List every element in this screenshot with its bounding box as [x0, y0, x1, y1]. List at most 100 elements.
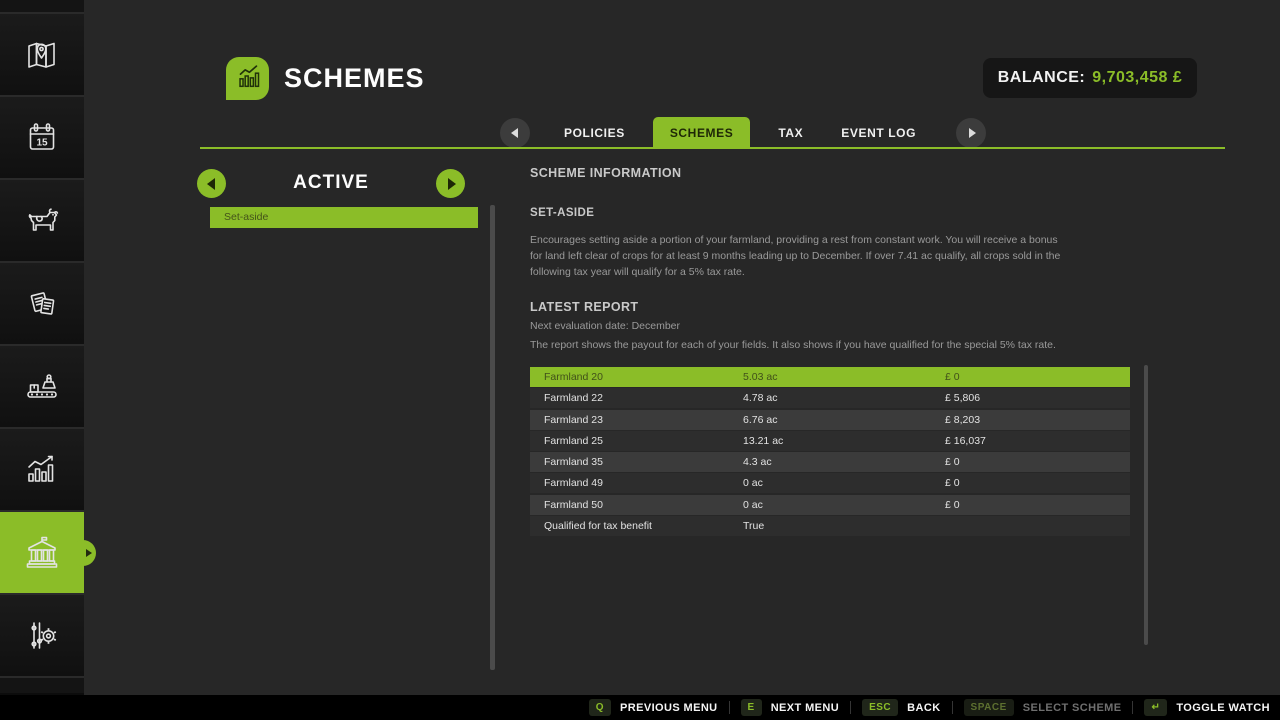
tab-schemes[interactable]: SCHEMES: [653, 117, 751, 149]
settings-sliders-icon: [21, 615, 63, 657]
row-area: 0 ac: [743, 499, 945, 511]
map-icon: [22, 35, 62, 75]
tab-policies[interactable]: POLICIES: [560, 126, 629, 140]
sidebar-item-production[interactable]: [0, 346, 84, 429]
production-icon: [21, 367, 63, 407]
table-row[interactable]: Farmland 49 0 ac £ 0: [530, 473, 1130, 493]
row-payout: £ 8,203: [945, 414, 1130, 426]
shortcut-back[interactable]: ESC BACK: [862, 699, 940, 716]
chevron-left-icon: [511, 128, 518, 138]
row-area: 13.21 ac: [743, 435, 945, 447]
tab-underline: [200, 147, 1225, 149]
row-field-name: Farmland 20: [544, 371, 743, 383]
sidebar-item-statistics[interactable]: [0, 429, 84, 512]
row-area: True: [743, 520, 945, 532]
page-title: SCHEMES: [284, 63, 425, 94]
shortcut-label: TOGGLE WATCH: [1176, 702, 1270, 714]
row-payout: £ 16,037: [945, 435, 1130, 447]
row-area: 4.3 ac: [743, 456, 945, 468]
sidebar-item-calendar[interactable]: 15: [0, 97, 84, 180]
bar-chart-icon: [233, 61, 263, 96]
page-icon-bubble: [226, 57, 269, 100]
key-space-badge: SPACE: [964, 699, 1014, 716]
balance-label: BALANCE:: [998, 69, 1086, 87]
sidebar-menu: 15: [0, 0, 84, 695]
active-item-arrow-icon: [86, 549, 92, 557]
key-e-badge: E: [741, 699, 762, 716]
shortcut-select-scheme: SPACE SELECT SCHEME: [964, 699, 1122, 716]
cow-icon: [21, 201, 63, 241]
key-esc-badge: ESC: [862, 699, 898, 716]
shortcut-label: SELECT SCHEME: [1023, 702, 1122, 714]
row-field-name: Qualified for tax benefit: [544, 520, 743, 532]
row-field-name: Farmland 49: [544, 477, 743, 489]
bank-icon: [21, 532, 63, 574]
tab-bar: POLICIES SCHEMES TAX EVENT LOG: [500, 117, 986, 149]
sidebar-item-documents[interactable]: [0, 263, 84, 346]
tab-event-log[interactable]: EVENT LOG: [837, 126, 920, 140]
table-row[interactable]: Farmland 23 6.76 ac £ 8,203: [530, 410, 1130, 430]
scheme-list-title: ACTIVE: [226, 172, 436, 194]
table-row[interactable]: Farmland 35 4.3 ac £ 0: [530, 452, 1130, 472]
calendar-day-label: 15: [36, 137, 48, 148]
key-enter-badge: ↵: [1144, 699, 1167, 716]
row-area: 0 ac: [743, 477, 945, 489]
shortcut-bar: Q PREVIOUS MENU E NEXT MENU ESC BACK SPA…: [0, 695, 1280, 720]
active-item-notch: [70, 540, 96, 566]
report-table: Farmland 20 5.03 ac £ 0 Farmland 22 4.78…: [530, 367, 1130, 537]
scheme-list-item-set-aside[interactable]: Set-aside: [210, 207, 478, 228]
row-payout: £ 0: [945, 499, 1130, 511]
table-row[interactable]: Farmland 25 13.21 ac £ 16,037: [530, 431, 1130, 451]
shortcut-toggle-watch[interactable]: ↵ TOGGLE WATCH: [1144, 699, 1270, 716]
sidebar-item-partial-top: [0, 0, 84, 14]
table-row[interactable]: Farmland 50 0 ac £ 0: [530, 495, 1130, 515]
shortcut-label: NEXT MENU: [771, 702, 839, 714]
row-field-name: Farmland 35: [544, 456, 743, 468]
arrow-left-icon: [207, 178, 215, 190]
row-area: 5.03 ac: [743, 371, 945, 383]
table-row[interactable]: Qualified for tax benefit True: [530, 516, 1130, 536]
tabs-next-button[interactable]: [956, 118, 986, 148]
schemes-screen: 15: [0, 0, 1280, 720]
balance-value: 9,703,458 £: [1092, 69, 1182, 87]
row-field-name: Farmland 23: [544, 414, 743, 426]
shortcut-previous-menu[interactable]: Q PREVIOUS MENU: [589, 699, 718, 716]
row-payout: £ 0: [945, 456, 1130, 468]
table-row[interactable]: Farmland 20 5.03 ac £ 0: [530, 367, 1130, 387]
row-area: 6.76 ac: [743, 414, 945, 426]
sidebar-item-map[interactable]: [0, 14, 84, 97]
documents-icon: [22, 284, 62, 324]
row-field-name: Farmland 25: [544, 435, 743, 447]
evaluation-date-text: Next evaluation date: December: [530, 319, 680, 335]
tab-tax[interactable]: TAX: [774, 126, 807, 140]
row-payout: £ 5,806: [945, 392, 1130, 404]
content-scrollbar[interactable]: [1144, 365, 1148, 645]
report-note-text: The report shows the payout for each of …: [530, 338, 1090, 354]
balance-badge: BALANCE: 9,703,458 £: [983, 58, 1197, 98]
shortcut-divider: [729, 701, 730, 714]
scheme-list-scrollbar[interactable]: [490, 205, 495, 670]
table-row[interactable]: Farmland 22 4.78 ac £ 5,806: [530, 388, 1130, 408]
sidebar-item-settings[interactable]: [0, 595, 84, 678]
shortcut-divider: [1132, 701, 1133, 714]
tabs-prev-button[interactable]: [500, 118, 530, 148]
scheme-name-heading: SET-ASIDE: [530, 207, 594, 219]
sidebar-item-animals[interactable]: [0, 180, 84, 263]
section-title-latest-report: LATEST REPORT: [530, 300, 638, 314]
shortcut-divider: [952, 701, 953, 714]
arrow-right-icon: [448, 178, 456, 190]
shortcut-next-menu[interactable]: E NEXT MENU: [741, 699, 840, 716]
sidebar-item-bank-schemes[interactable]: [0, 512, 84, 595]
row-payout: £ 0: [945, 477, 1130, 489]
chevron-right-icon: [969, 128, 976, 138]
key-q-badge: Q: [589, 699, 611, 716]
row-area: 4.78 ac: [743, 392, 945, 404]
sidebar-item-partial-bottom: [0, 678, 84, 693]
row-field-name: Farmland 22: [544, 392, 743, 404]
scheme-list-next-button[interactable]: [436, 169, 465, 198]
shortcut-label: BACK: [907, 702, 940, 714]
scheme-description: Encourages setting aside a portion of yo…: [530, 233, 1070, 280]
shortcut-label: PREVIOUS MENU: [620, 702, 718, 714]
scheme-list-prev-button[interactable]: [197, 169, 226, 198]
calendar-icon: 15: [22, 118, 62, 158]
